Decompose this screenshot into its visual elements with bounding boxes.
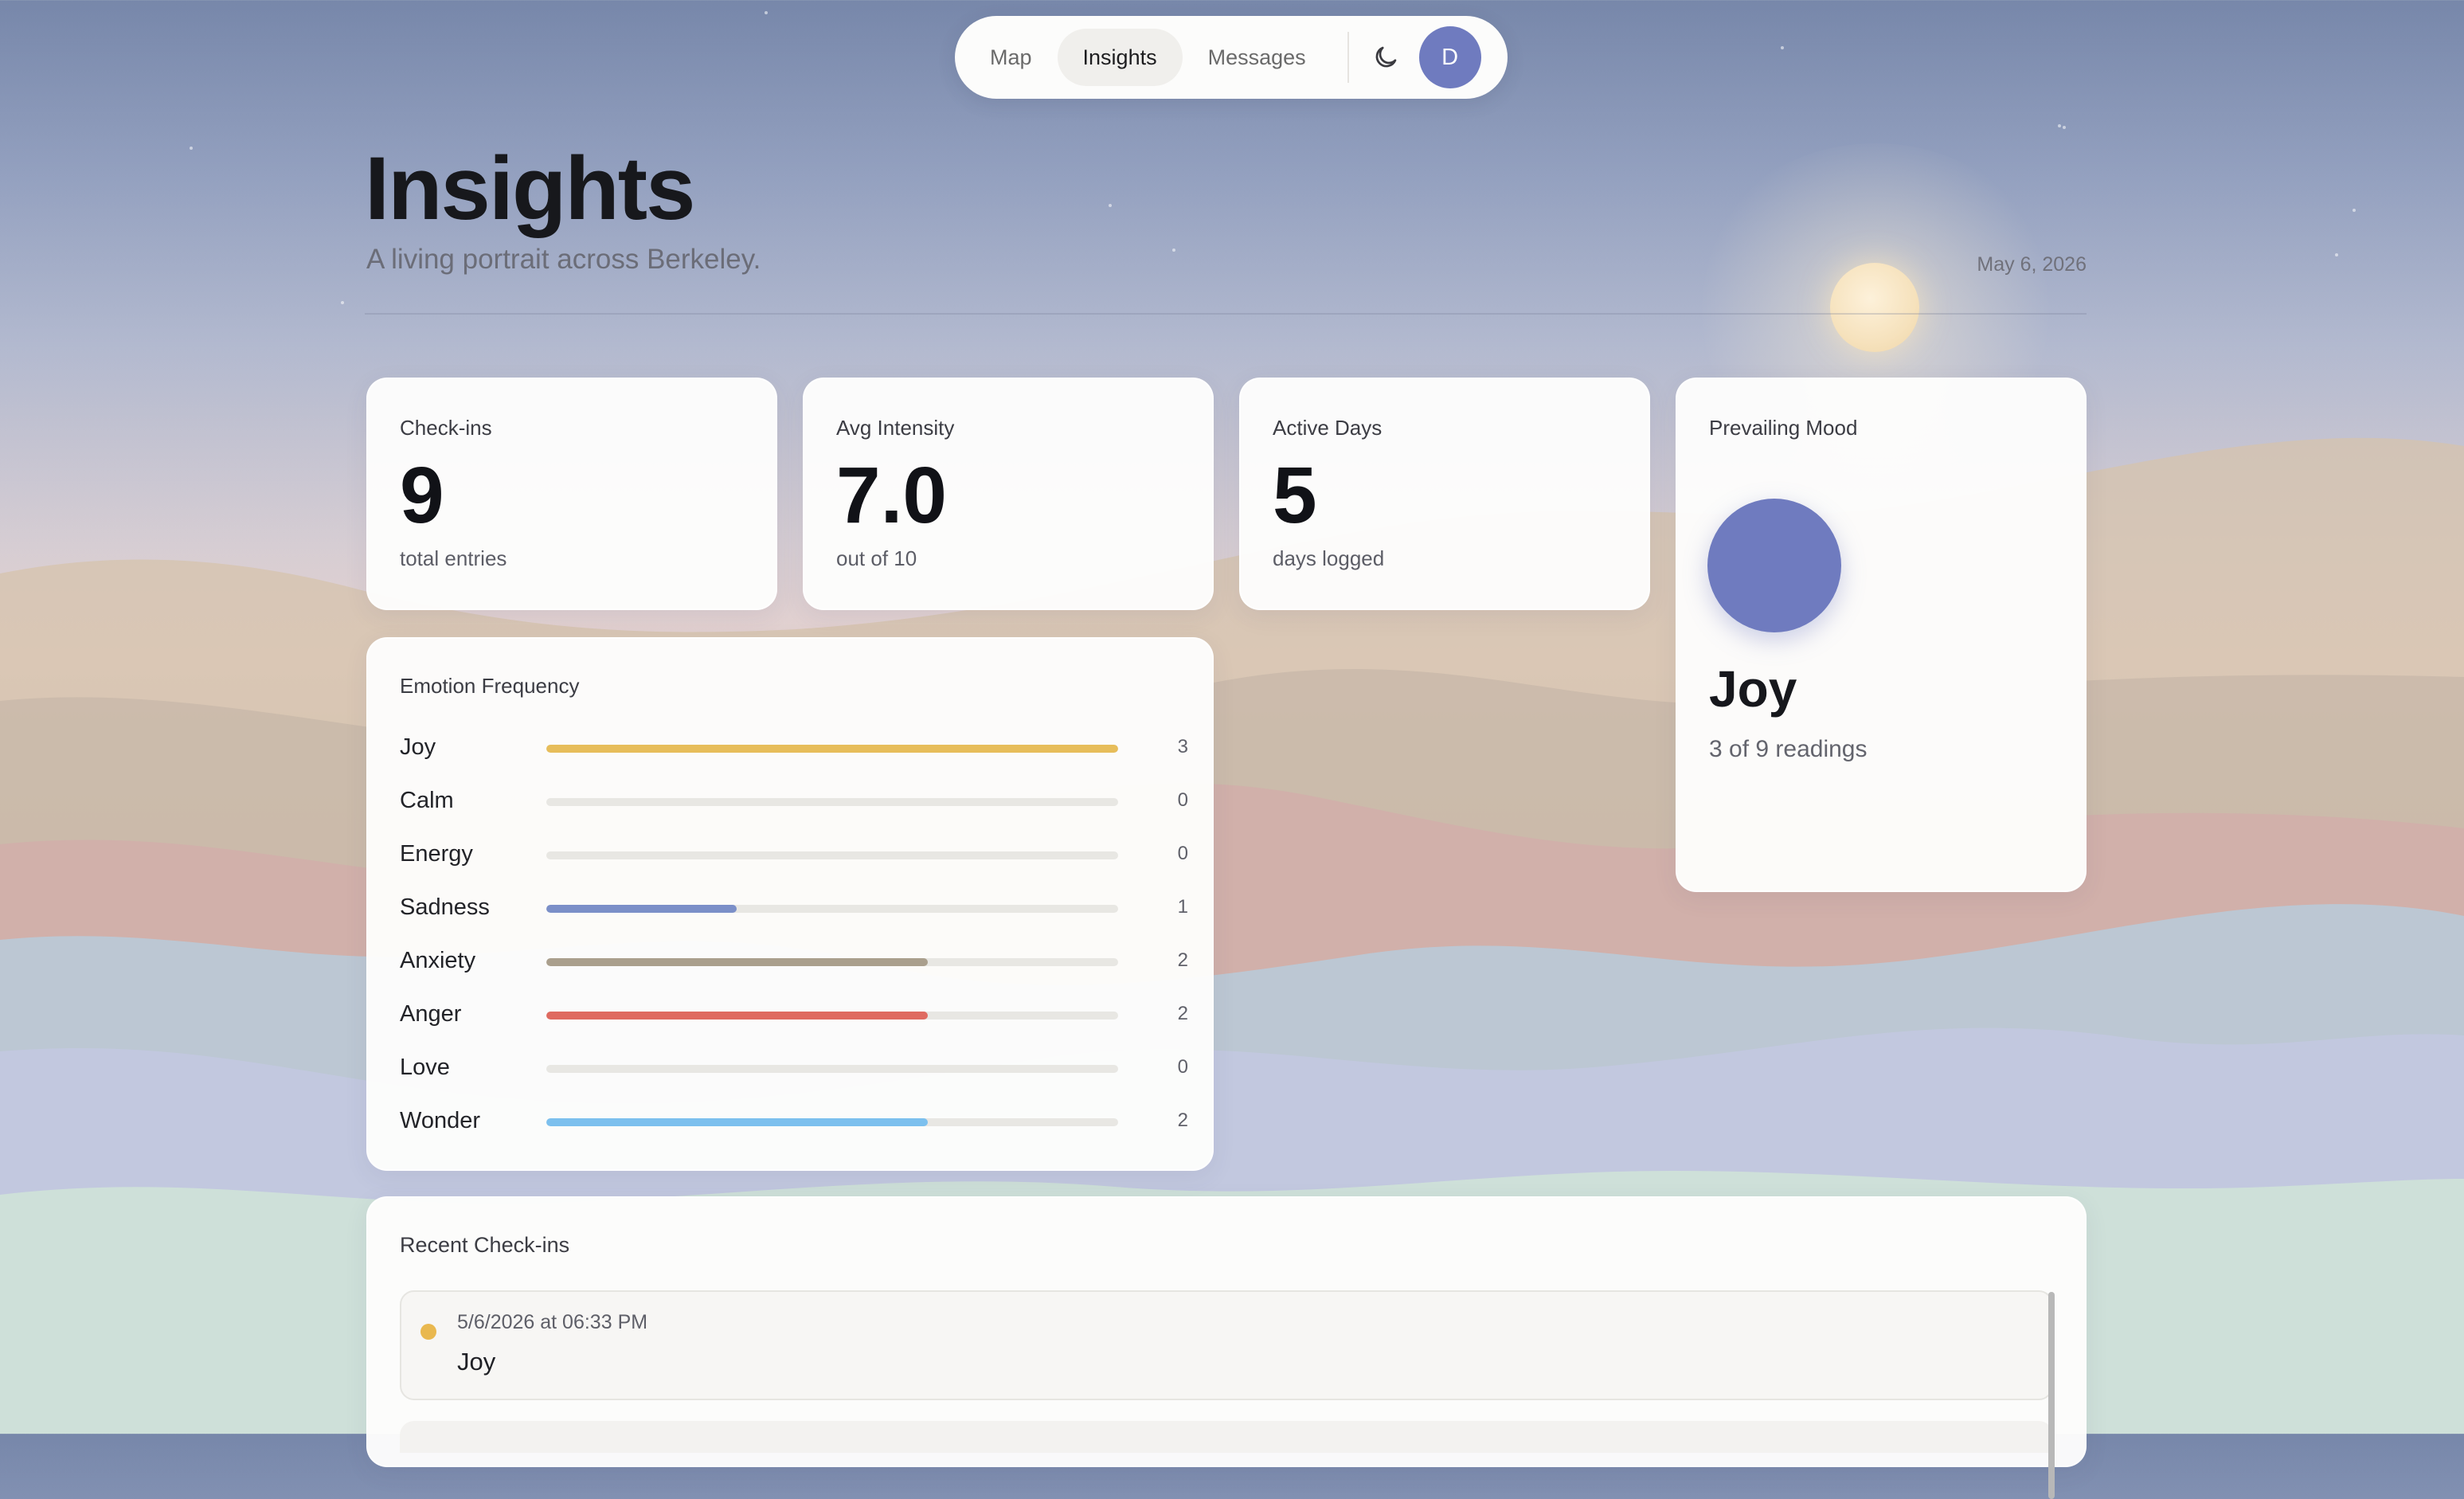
prevailing-mood-label: Prevailing Mood xyxy=(1709,416,1858,440)
emotion-bar-fill xyxy=(546,745,1118,753)
star xyxy=(1109,204,1112,207)
emotion-name: Anger xyxy=(400,1001,462,1027)
emotion-bar-track xyxy=(546,851,1118,859)
star xyxy=(2353,209,2356,212)
stat-label: Avg Intensity xyxy=(836,416,955,440)
star xyxy=(190,147,193,150)
emotion-row-anxiety: Anxiety 2 xyxy=(400,945,1188,977)
page-title: Insights xyxy=(365,139,695,238)
emotion-count: 0 xyxy=(1177,843,1188,864)
emotion-name: Love xyxy=(400,1055,450,1080)
checkin-time: 5/6/2026 at 06:33 PM xyxy=(457,1311,648,1333)
emotion-name: Joy xyxy=(400,734,436,760)
emotion-frequency-title: Emotion Frequency xyxy=(400,674,580,698)
emotion-count: 0 xyxy=(1177,1056,1188,1078)
star xyxy=(2058,124,2061,127)
recent-checkins-title: Recent Check-ins xyxy=(400,1233,570,1257)
emotion-frequency-card: Emotion Frequency Joy 3 Calm 0 Energy 0 Sadnes… xyxy=(366,637,1214,1171)
prevailing-mood-card: Prevailing Mood Joy 3 of 9 readings xyxy=(1676,378,2087,892)
checkin-item[interactable]: 5/6/2026 at 06:33 PM Joy xyxy=(400,1290,2053,1400)
nav-divider xyxy=(1347,32,1349,83)
stat-sub: total entries xyxy=(400,546,507,570)
emotion-bar-track xyxy=(546,745,1118,753)
emotion-bar-track xyxy=(546,1065,1118,1073)
stat-value: 9 xyxy=(400,451,444,540)
stat-value: 7.0 xyxy=(836,451,948,540)
stat-value: 5 xyxy=(1273,451,1317,540)
emotion-bar-track xyxy=(546,798,1118,806)
star xyxy=(2063,126,2066,129)
moon-icon[interactable] xyxy=(1363,35,1408,80)
checkin-emotion: Joy xyxy=(457,1348,496,1376)
stat-card-avg-intensity: Avg Intensity 7.0 out of 10 xyxy=(803,378,1214,610)
current-date: May 6, 2026 xyxy=(1977,253,2087,276)
prevailing-mood-name: Joy xyxy=(1709,660,1797,718)
page-subtitle: A living portrait across Berkeley. xyxy=(366,244,761,275)
stat-sub: days logged xyxy=(1273,546,1385,570)
emotion-dot xyxy=(420,1324,436,1340)
stat-label: Active Days xyxy=(1273,416,1383,440)
emotion-name: Sadness xyxy=(400,894,490,920)
star xyxy=(765,11,768,14)
emotion-bar-track xyxy=(546,1118,1118,1126)
tab-messages[interactable]: Messages xyxy=(1183,29,1332,86)
prevailing-mood-sub: 3 of 9 readings xyxy=(1709,736,1868,762)
emotion-count: 2 xyxy=(1177,1110,1188,1131)
avatar[interactable]: D xyxy=(1418,26,1481,88)
recent-checkins-card: Recent Check-ins 5/6/2026 at 06:33 PM Jo… xyxy=(366,1196,2087,1499)
emotion-name: Calm xyxy=(400,788,454,813)
sun xyxy=(1830,263,1919,352)
emotion-row-love: Love 0 xyxy=(400,1051,1188,1083)
scrollbar[interactable] xyxy=(2048,1292,2055,1499)
stat-card-checkins: Check-ins 9 total entries xyxy=(366,378,777,610)
emotion-name: Wonder xyxy=(400,1108,481,1133)
checkin-item[interactable] xyxy=(400,1421,2053,1453)
emotion-count: 3 xyxy=(1177,736,1188,757)
star xyxy=(341,301,344,304)
star xyxy=(2335,253,2338,256)
stat-label: Check-ins xyxy=(400,416,492,440)
top-nav: Map Insights Messages D xyxy=(955,16,1508,99)
mood-orb xyxy=(1707,499,1841,632)
emotion-row-energy: Energy 0 xyxy=(400,838,1188,870)
emotion-name: Anxiety xyxy=(400,948,476,973)
emotion-count: 0 xyxy=(1177,789,1188,811)
stat-card-active-days: Active Days 5 days logged xyxy=(1239,378,1650,610)
emotion-bar-fill xyxy=(546,1012,928,1020)
emotion-row-sadness: Sadness 1 xyxy=(400,891,1188,923)
emotion-row-wonder: Wonder 2 xyxy=(400,1105,1188,1137)
tab-insights[interactable]: Insights xyxy=(1057,29,1183,86)
stat-sub: out of 10 xyxy=(836,546,917,570)
emotion-bar-track xyxy=(546,958,1118,966)
emotion-row-joy: Joy 3 xyxy=(400,731,1188,763)
emotion-bar-fill xyxy=(546,905,737,913)
star xyxy=(1172,249,1175,252)
star xyxy=(1781,46,1784,49)
header-divider xyxy=(365,313,2087,315)
emotion-row-calm: Calm 0 xyxy=(400,785,1188,816)
emotion-count: 2 xyxy=(1177,949,1188,971)
emotion-row-anger: Anger 2 xyxy=(400,998,1188,1030)
tab-map[interactable]: Map xyxy=(964,29,1058,86)
emotion-count: 1 xyxy=(1177,896,1188,918)
emotion-bar-fill xyxy=(546,1118,928,1126)
emotion-count: 2 xyxy=(1177,1003,1188,1024)
emotion-bar-fill xyxy=(546,958,928,966)
emotion-name: Energy xyxy=(400,841,473,867)
emotion-bar-track xyxy=(546,1012,1118,1020)
emotion-bar-track xyxy=(546,905,1118,913)
